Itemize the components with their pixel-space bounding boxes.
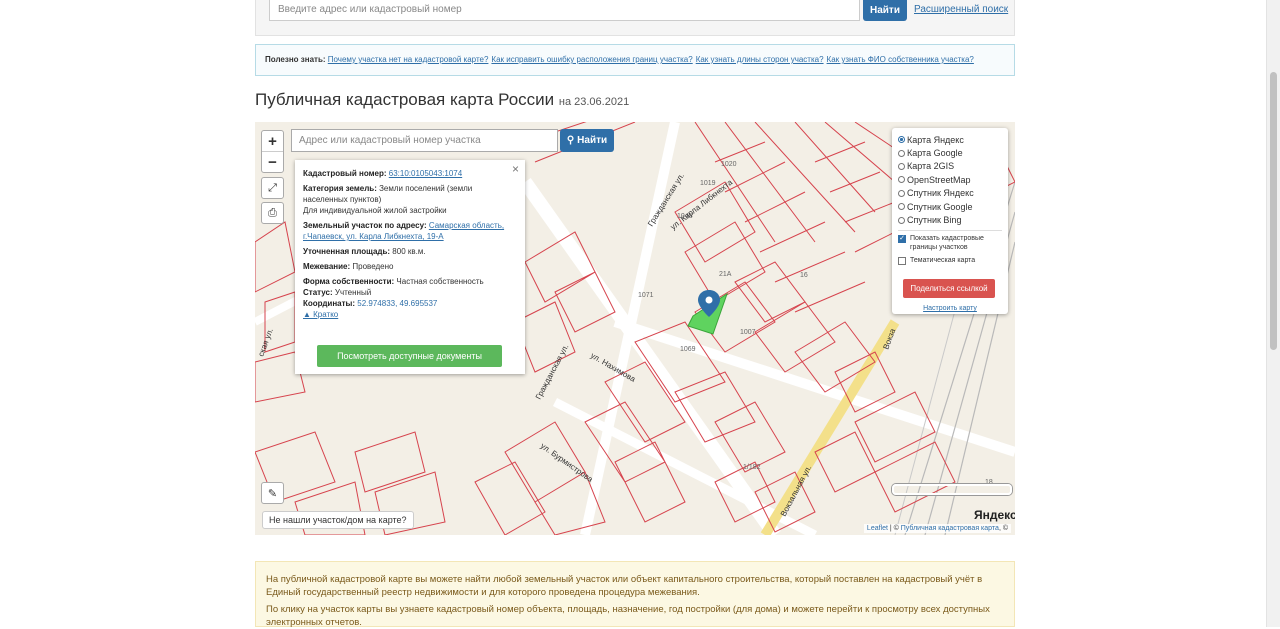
fullscreen-button[interactable]: ⤢ <box>261 177 284 199</box>
use-value: Для индивидуальной жилой застройки <box>303 206 447 215</box>
house-number: 1020 <box>721 161 737 168</box>
layer-option-label: Спутник Bing <box>907 215 962 226</box>
useful-link-side-lengths[interactable]: Как узнать длины сторон участка? <box>696 55 824 64</box>
layer-option-osm[interactable]: OpenStreetMap <box>898 173 1008 186</box>
map-find-label: Найти <box>577 135 608 146</box>
attribution-tail: , © <box>998 525 1008 532</box>
ruler-button[interactable]: ✎ <box>261 482 284 504</box>
house-number: 1/182 <box>743 464 761 471</box>
parcel-popup: × Кадастровый номер: 63:10:0105043:1074 … <box>295 160 525 374</box>
checkbox-icon <box>898 256 906 265</box>
radio-icon <box>898 162 905 170</box>
thematic-checkbox[interactable]: Тематическая карта <box>898 256 1008 265</box>
page-title-date: на 23.06.2021 <box>558 96 630 108</box>
useful-link-owner[interactable]: Как узнать ФИО собственника участка? <box>827 55 974 64</box>
attribution-sep: | © <box>887 525 901 532</box>
map-attribution: Leaflet | © Публичная кадастровая карта,… <box>863 524 1011 533</box>
layer-option-2gis[interactable]: Карта 2GIS <box>898 160 1008 173</box>
survey-label: Межевание: <box>303 262 351 271</box>
cad-number-link[interactable]: 63:10:0105043:1074 <box>389 169 462 178</box>
tune-map-link[interactable]: Настроить карту <box>892 305 1008 312</box>
layer-option-yandex[interactable]: Карта Яндекс <box>898 133 1008 146</box>
top-search-bar: Введите адрес или кадастровый номер Найт… <box>255 0 1015 36</box>
house-number: 16 <box>800 272 808 279</box>
category-label: Категория земель: <box>303 184 377 193</box>
useful-links-bar: Полезно знать: Почему участка нет на кад… <box>255 44 1015 76</box>
useful-link-missing[interactable]: Почему участка нет на кадастровой карте? <box>328 55 489 64</box>
scrollbar-thumb[interactable] <box>1270 72 1277 350</box>
coordinates-label: Координаты: <box>303 299 356 308</box>
layer-option-sat-google[interactable]: Спутник Google <box>898 200 1008 213</box>
radio-icon <box>898 189 905 197</box>
map-search-input[interactable]: Адрес или кадастровый номер участка <box>291 129 558 152</box>
not-found-button[interactable]: Не нашли участок/дом на карте? <box>262 511 414 529</box>
useful-link-fix-borders[interactable]: Как исправить ошибку расположения границ… <box>491 55 692 64</box>
coordinates-value: 52.974833, 49.695537 <box>357 299 438 308</box>
radio-icon <box>898 203 905 211</box>
layer-option-label: Карта Google <box>907 148 963 159</box>
zoom-control: + − <box>261 130 284 173</box>
layer-option-label: Карта 2GIS <box>907 161 955 172</box>
view-documents-button[interactable]: Посмотреть доступные документы <box>317 345 502 367</box>
yandex-logo: Яндекс <box>974 508 1015 522</box>
house-number: 1007 <box>740 329 756 336</box>
radio-icon <box>898 216 905 224</box>
top-search-input[interactable]: Введите адрес или кадастровый номер <box>269 0 860 21</box>
layer-option-label: Спутник Google <box>907 201 973 212</box>
page-title: Публичная кадастровая карта России на 23… <box>255 90 629 110</box>
show-borders-checkbox[interactable]: ✓ Показать кадастровые границы участков <box>898 234 1008 252</box>
thematic-label: Тематическая карта <box>910 256 976 264</box>
fullscreen-icon: ⤢ <box>268 181 277 194</box>
pkk-link[interactable]: Публичная кадастровая карта <box>901 525 999 532</box>
layer-option-label: Спутник Яндекс <box>907 188 974 199</box>
leaflet-link[interactable]: Leaflet <box>867 525 888 532</box>
close-icon[interactable]: × <box>512 162 519 176</box>
top-find-button[interactable]: Найти <box>863 0 907 21</box>
page-title-text: Публичная кадастровая карта России <box>255 90 555 109</box>
area-value: 800 кв.м. <box>392 247 426 256</box>
house-number: 1071 <box>638 292 654 299</box>
map-find-button[interactable]: ⚲ Найти <box>560 129 614 152</box>
page-scrollbar[interactable] <box>1266 0 1280 627</box>
search-icon: ⚲ <box>566 135 575 146</box>
radio-icon <box>898 136 905 144</box>
ownership-label: Форма собственности: <box>303 277 395 286</box>
info-box: На публичной кадастровой карте вы можете… <box>255 561 1015 628</box>
advanced-search-link[interactable]: Расширенный поиск <box>914 4 1008 15</box>
house-number: 21A <box>719 271 732 278</box>
share-link-button[interactable]: Поделиться ссылкой <box>903 279 995 298</box>
brief-toggle[interactable]: ▲ Кратко <box>303 310 338 319</box>
zoom-out-button[interactable]: − <box>262 151 283 172</box>
area-label: Уточненная площадь: <box>303 247 391 256</box>
address-label: Земельный участок по адресу: <box>303 221 427 230</box>
house-number: 1019 <box>700 180 716 187</box>
info-paragraph: По клику на участок карты вы узнаете кад… <box>266 604 990 628</box>
zoom-in-button[interactable]: + <box>262 131 283 151</box>
useful-prefix: Полезно знать: <box>265 55 326 64</box>
layer-option-sat-bing[interactable]: Спутник Bing <box>898 213 1008 226</box>
show-borders-label: Показать кадастровые границы участков <box>910 234 984 251</box>
status-label: Статус: <box>303 288 333 297</box>
layer-switcher: Карта Яндекс Карта Google Карта 2GIS Ope… <box>892 128 1008 314</box>
survey-value: Проведено <box>352 262 394 271</box>
ownership-value: Частная собственность <box>396 277 484 286</box>
ruler-icon: ✎ <box>267 487 278 500</box>
layer-option-google[interactable]: Карта Google <box>898 146 1008 159</box>
info-paragraph: На публичной кадастровой карте вы можете… <box>266 574 983 598</box>
checkbox-checked-icon: ✓ <box>898 234 906 243</box>
divider <box>898 229 1002 231</box>
status-value: Учтенный <box>334 288 372 297</box>
print-button[interactable]: ⎙ <box>261 202 284 224</box>
radio-icon <box>898 149 905 157</box>
layer-option-label: Карта Яндекс <box>907 134 964 145</box>
layer-option-sat-yandex[interactable]: Спутник Яндекс <box>898 187 1008 200</box>
house-number: 1069 <box>680 346 696 353</box>
print-icon: ⎙ <box>268 206 277 219</box>
cadastral-map[interactable]: 1020 1019 1045 21A 1071 1069 1007 1/182 … <box>255 122 1015 535</box>
layer-option-label: OpenStreetMap <box>907 174 971 185</box>
radio-icon <box>898 176 905 184</box>
cad-label: Кадастровый номер: <box>303 169 387 178</box>
scale-bar <box>892 484 1012 495</box>
